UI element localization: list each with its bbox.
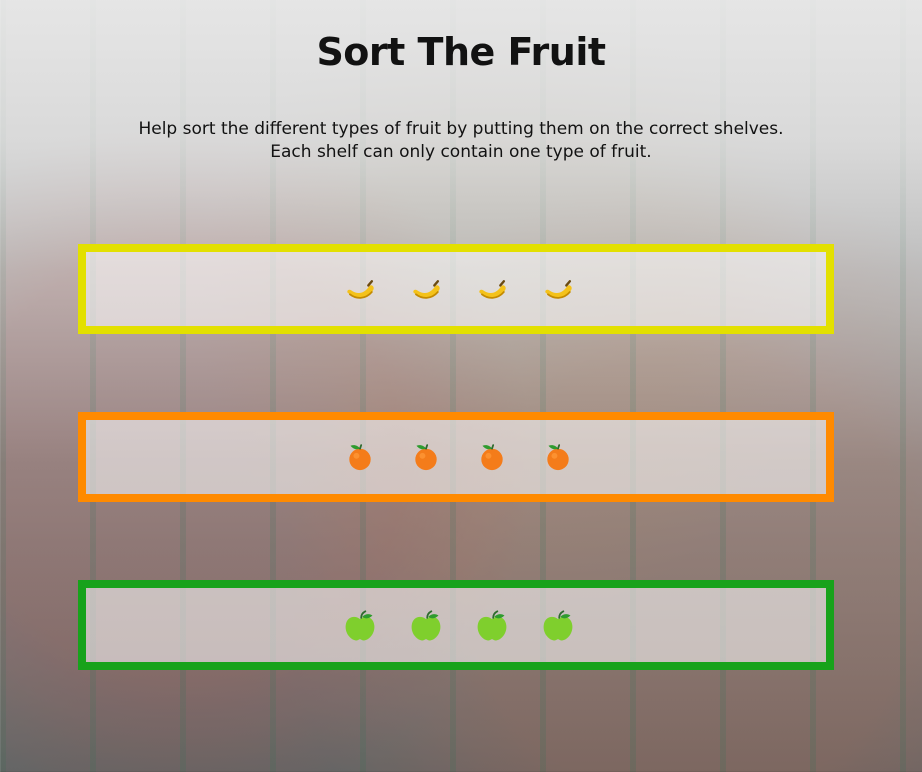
page-title: Sort The Fruit	[316, 30, 606, 74]
green-apple-icon[interactable]	[407, 606, 445, 644]
instructions: Help sort the different types of fruit b…	[0, 118, 922, 164]
orange-icon[interactable]	[473, 438, 511, 476]
shelf-banana[interactable]	[78, 244, 834, 334]
orange-icon[interactable]	[407, 438, 445, 476]
orange-icon[interactable]	[341, 438, 379, 476]
green-apple-icon[interactable]	[539, 606, 577, 644]
instructions-line-1: Help sort the different types of fruit b…	[138, 119, 784, 139]
shelf-banana-items	[86, 252, 826, 326]
shelf-apple[interactable]	[78, 580, 834, 670]
green-apple-icon[interactable]	[473, 606, 511, 644]
banana-icon[interactable]	[473, 270, 511, 308]
instructions-line-2: Each shelf can only contain one type of …	[270, 142, 652, 162]
banana-icon[interactable]	[539, 270, 577, 308]
banana-icon[interactable]	[341, 270, 379, 308]
orange-icon[interactable]	[539, 438, 577, 476]
shelf-apple-items	[86, 588, 826, 662]
green-apple-icon[interactable]	[341, 606, 379, 644]
shelf-orange[interactable]	[78, 412, 834, 502]
banana-icon[interactable]	[407, 270, 445, 308]
shelf-orange-items	[86, 420, 826, 494]
